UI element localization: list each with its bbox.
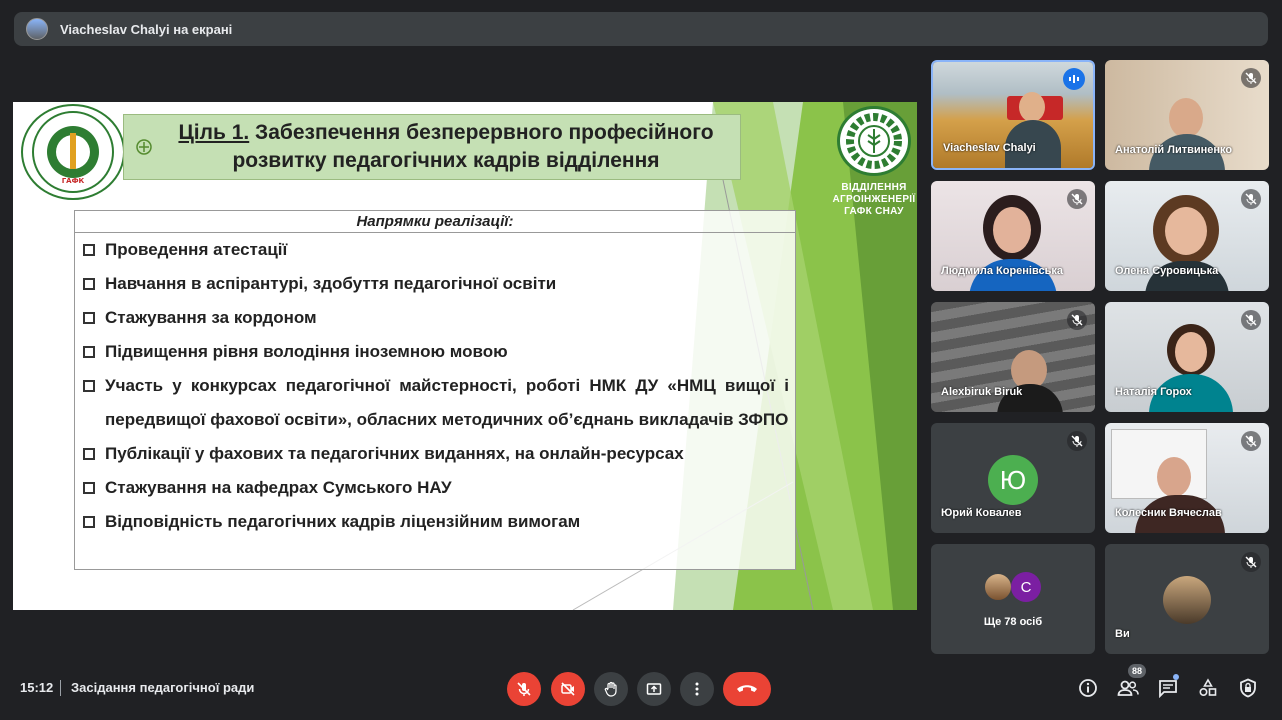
shared-slide: ГАФК 1899 Ціль 1. Забезпечення безперерв… xyxy=(13,102,917,610)
checkbox-bullet-icon xyxy=(83,482,95,494)
participant-name: Колесник Вячеслав xyxy=(1115,507,1222,519)
chat-icon xyxy=(1159,680,1177,698)
shield-lock-icon xyxy=(1240,678,1256,698)
meeting-title: Засідання педагогічної ради xyxy=(71,680,255,695)
department-name: ВІДДІЛЕННЯ АГРОІНЖЕНЕРІЇ ГАФК СНАУ xyxy=(832,182,916,217)
participant-tile[interactable]: Людмила Коренівська xyxy=(931,181,1095,291)
meeting-clock: 15:12 xyxy=(20,680,54,695)
participant-tile[interactable]: Олена Суровицька xyxy=(1105,181,1269,291)
participant-tile[interactable]: Viacheslav Chalyi xyxy=(931,60,1095,170)
present-screen-button[interactable] xyxy=(637,672,671,706)
more-options-button[interactable] xyxy=(680,672,714,706)
participant-avatar xyxy=(983,572,1013,602)
cross-bullet-icon xyxy=(136,139,152,155)
list-item: Стажування на кафедрах Сумського НАУ xyxy=(75,471,795,505)
logo-year: 1899 xyxy=(65,169,80,176)
participant-avatar: C xyxy=(1011,572,1041,602)
participant-name: Олена Суровицька xyxy=(1115,265,1219,277)
participant-name: Ви xyxy=(1115,628,1130,640)
logo-abbr: ГАФК xyxy=(62,177,85,185)
college-logo: ГАФК 1899 xyxy=(21,104,125,200)
meeting-toolbar: 15:12 Засідання педагогічної ради 88 xyxy=(0,660,1282,720)
presenter-label: Viacheslav Chalyi на екрані xyxy=(60,21,233,37)
participant-name: Viacheslav Chalyi xyxy=(943,142,1036,154)
list-item: Стажування за кордоном xyxy=(75,301,795,335)
mic-off-icon xyxy=(1067,189,1087,209)
host-controls-button[interactable] xyxy=(1236,676,1260,700)
more-participants-label: Ще 78 осіб xyxy=(983,616,1043,628)
list-item: Відповідність педагогічних кадрів ліценз… xyxy=(75,505,795,539)
activities-button[interactable] xyxy=(1196,676,1220,700)
raise-hand-button[interactable] xyxy=(594,672,628,706)
participant-name: Наталія Горох xyxy=(1115,386,1192,398)
checkbox-bullet-icon xyxy=(83,346,95,358)
self-avatar xyxy=(1163,576,1211,624)
participant-name: Юрий Ковалев xyxy=(941,507,1022,519)
checkbox-bullet-icon xyxy=(83,278,95,290)
present-icon xyxy=(646,683,662,695)
directions-list: Напрямки реалізації: Проведення атестаці… xyxy=(74,210,796,570)
participant-tile[interactable]: Колесник Вячеслав xyxy=(1105,423,1269,533)
camera-off-icon xyxy=(561,682,575,696)
speaking-indicator-icon xyxy=(1063,68,1085,90)
hang-up-icon xyxy=(737,685,757,692)
checkbox-bullet-icon xyxy=(83,380,95,392)
list-header: Напрямки реалізації: xyxy=(75,211,795,233)
mic-off-icon xyxy=(1241,431,1261,451)
activities-icon xyxy=(1199,678,1217,697)
department-logo xyxy=(837,106,911,176)
presenter-avatar xyxy=(26,18,48,40)
list-item: Підвищення рівня володіння іноземною мов… xyxy=(75,335,795,369)
unread-indicator xyxy=(1173,674,1179,680)
info-icon xyxy=(1079,679,1097,697)
mic-off-icon xyxy=(1241,552,1261,572)
mic-off-icon xyxy=(1067,431,1087,451)
list-item: Навчання в аспірантурі, здобуття педагог… xyxy=(75,267,795,301)
participant-name: Людмила Коренівська xyxy=(941,265,1063,277)
checkbox-bullet-icon xyxy=(83,448,95,460)
list-item: Публікації у фахових та педагогічних вид… xyxy=(75,437,795,471)
leave-call-button[interactable] xyxy=(723,672,771,706)
people-icon xyxy=(1117,680,1139,696)
participant-tile[interactable]: Наталія Горох xyxy=(1105,302,1269,412)
list-item: Участь у конкурсах педагогічної майстерн… xyxy=(75,369,795,437)
mic-off-icon xyxy=(1241,68,1261,88)
participant-avatar: Ю xyxy=(988,455,1038,505)
presenter-bar[interactable]: Viacheslav Chalyi на екрані xyxy=(14,12,1268,46)
mic-off-icon xyxy=(517,682,531,696)
participant-name: Анатолій Литвиненко xyxy=(1115,144,1233,156)
participant-tile[interactable]: Анатолій Литвиненко xyxy=(1105,60,1269,170)
people-count-badge: 88 xyxy=(1128,664,1147,678)
people-button[interactable] xyxy=(1116,676,1140,700)
slide-title: Ціль 1. Забезпечення безперервного профе… xyxy=(178,121,714,172)
participant-tile[interactable]: Ю Юрий Ковалев xyxy=(931,423,1095,533)
mic-off-icon xyxy=(1241,310,1261,330)
hand-icon xyxy=(604,681,617,697)
checkbox-bullet-icon xyxy=(83,244,95,256)
mic-toggle-button[interactable] xyxy=(507,672,541,706)
checkbox-bullet-icon xyxy=(83,516,95,528)
more-vert-icon xyxy=(695,682,699,696)
checkbox-bullet-icon xyxy=(83,312,95,324)
camera-toggle-button[interactable] xyxy=(551,672,585,706)
mic-off-icon xyxy=(1067,310,1087,330)
mic-off-icon xyxy=(1241,189,1261,209)
list-item: Проведення атестації xyxy=(75,233,795,267)
self-tile[interactable]: Ви xyxy=(1105,544,1269,654)
participant-tile[interactable]: Alexbiruk Biruk xyxy=(931,302,1095,412)
slide-title-box: Ціль 1. Забезпечення безперервного профе… xyxy=(123,114,741,180)
participant-name: Alexbiruk Biruk xyxy=(941,386,1023,398)
more-participants-tile[interactable]: C Ще 78 осіб xyxy=(931,544,1095,654)
meeting-details-button[interactable] xyxy=(1076,676,1100,700)
divider xyxy=(60,680,61,696)
